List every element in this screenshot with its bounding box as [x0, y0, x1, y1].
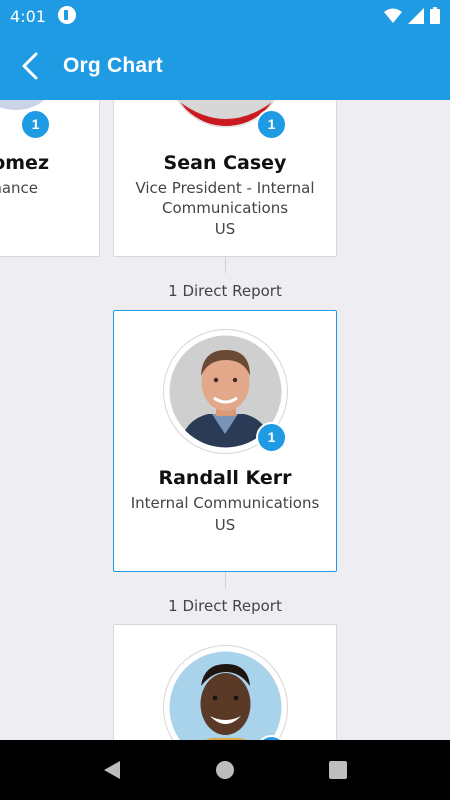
- org-card-sean-casey[interactable]: 1 Sean Casey Vice President - Internal C…: [113, 100, 337, 257]
- direct-report-count-badge: 1: [20, 109, 51, 140]
- employee-name: Randall Kerr: [158, 467, 292, 489]
- employee-location: US: [214, 516, 236, 534]
- app-bar: Org Chart: [0, 32, 450, 100]
- org-card-partial[interactable]: 1 omez nance: [0, 100, 100, 257]
- org-card-randall-kerr[interactable]: 1 Randall Kerr Internal Communications U…: [113, 310, 337, 572]
- status-time: 4:01: [10, 7, 46, 26]
- square-recents-icon: [329, 761, 347, 779]
- connector-line: [225, 572, 226, 588]
- direct-report-count-badge: 1: [256, 109, 287, 140]
- status-bar: 4:01: [0, 0, 450, 32]
- direct-reports-link[interactable]: 1 Direct Report: [0, 597, 450, 615]
- avatar-frame: [163, 645, 288, 740]
- nav-back-button[interactable]: [100, 758, 124, 782]
- wifi-icon: [384, 8, 402, 23]
- nav-recents-button[interactable]: [326, 758, 350, 782]
- battery-icon: [430, 7, 440, 24]
- direct-reports-link[interactable]: 1 Direct Report: [0, 282, 450, 300]
- employee-name: omez: [0, 152, 49, 174]
- system-nav-bar: [0, 740, 450, 800]
- employee-role: nance: [0, 179, 38, 197]
- signal-icon: [408, 7, 424, 24]
- app-notification-icon: [58, 6, 76, 24]
- direct-report-count-badge: 1: [256, 422, 287, 453]
- org-chart-canvas[interactable]: 1 omez nance 1 Sean Casey Vice President…: [0, 100, 450, 740]
- nav-home-button[interactable]: [213, 758, 237, 782]
- avatar: [0, 100, 51, 110]
- triangle-back-icon: [104, 761, 120, 779]
- status-icons: [384, 7, 440, 24]
- page-title: Org Chart: [63, 54, 163, 77]
- avatar: [169, 651, 282, 740]
- chevron-left-icon: [22, 52, 38, 80]
- employee-role: Vice President - Internal Communications: [135, 179, 315, 217]
- back-button[interactable]: [12, 46, 52, 86]
- employee-location: US: [214, 220, 236, 238]
- employee-role: Internal Communications: [130, 494, 320, 512]
- connector-line: [225, 257, 226, 273]
- employee-name: Sean Casey: [163, 152, 287, 174]
- org-card-direct-report[interactable]: [113, 624, 337, 740]
- circle-home-icon: [216, 761, 234, 779]
